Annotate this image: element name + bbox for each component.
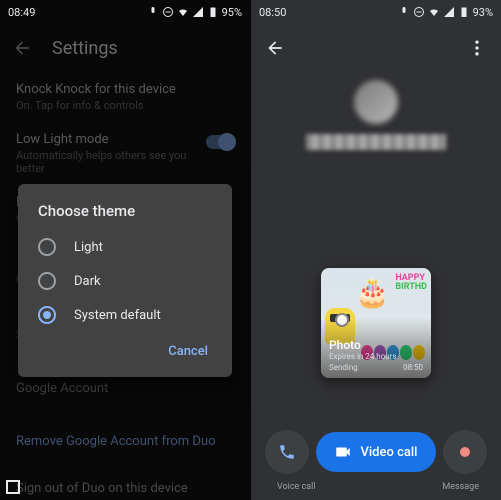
avatar bbox=[354, 80, 398, 124]
voice-call-label: Voice call bbox=[277, 482, 316, 492]
radio-icon bbox=[38, 272, 56, 290]
theme-dialog: Choose theme Light Dark System default C… bbox=[18, 184, 232, 377]
card-subtitle: Expires in 24 hours bbox=[329, 352, 423, 361]
status-icons: 93% bbox=[398, 6, 493, 19]
video-icon bbox=[334, 443, 352, 461]
status-battery: 95% bbox=[222, 6, 242, 19]
contact-avatar-area bbox=[251, 80, 501, 150]
radio-icon bbox=[38, 238, 56, 256]
theme-option-system[interactable]: System default bbox=[18, 298, 232, 332]
status-time: 08:50 bbox=[259, 6, 286, 19]
status-bar: 08:50 93% bbox=[251, 0, 501, 24]
dnd-icon bbox=[413, 6, 425, 18]
battery-icon bbox=[207, 6, 219, 18]
more-vert-icon[interactable] bbox=[467, 38, 487, 58]
status-time: 08:49 bbox=[8, 6, 35, 19]
radio-icon bbox=[38, 306, 56, 324]
cancel-button[interactable]: Cancel bbox=[160, 338, 216, 365]
contact-name bbox=[306, 134, 446, 150]
phone-icon bbox=[278, 443, 296, 461]
dnd-icon bbox=[162, 6, 174, 18]
mic-off-icon bbox=[398, 6, 410, 18]
contact-screen: 08:50 93% 🎂 HAPPY BIRTHD Photo Expires i… bbox=[251, 0, 501, 500]
signal-icon bbox=[443, 6, 455, 18]
mic-off-icon bbox=[147, 6, 159, 18]
back-arrow-icon[interactable] bbox=[265, 38, 285, 58]
wifi-icon bbox=[177, 6, 189, 18]
contact-header bbox=[251, 24, 501, 72]
radio-label: Dark bbox=[74, 274, 101, 289]
voice-call-button[interactable] bbox=[265, 430, 309, 474]
radio-label: Light bbox=[74, 240, 103, 255]
video-call-label: Video call bbox=[360, 445, 417, 460]
signal-icon bbox=[192, 6, 204, 18]
message-label: Message bbox=[442, 482, 479, 492]
dialog-title: Choose theme bbox=[18, 202, 232, 230]
theme-option-dark[interactable]: Dark bbox=[18, 264, 232, 298]
video-call-button[interactable]: Video call bbox=[316, 432, 436, 472]
card-status: Sending bbox=[329, 363, 358, 372]
settings-screen: 08:49 95% Settings Knock Knock for this … bbox=[0, 0, 250, 500]
wifi-icon bbox=[428, 6, 440, 18]
record-icon bbox=[460, 447, 470, 457]
status-bar: 08:49 95% bbox=[0, 0, 250, 24]
status-icons: 95% bbox=[147, 6, 242, 19]
battery-icon bbox=[458, 6, 470, 18]
call-actions: Video call bbox=[251, 430, 501, 474]
radio-label: System default bbox=[74, 308, 161, 323]
nav-recent-icon[interactable] bbox=[6, 480, 20, 494]
photo-card[interactable]: 🎂 HAPPY BIRTHD Photo Expires in 24 hours… bbox=[321, 268, 431, 378]
card-time: 08:50 bbox=[403, 363, 423, 372]
card-title: Photo bbox=[329, 338, 423, 352]
theme-option-light[interactable]: Light bbox=[18, 230, 232, 264]
message-button[interactable] bbox=[443, 430, 487, 474]
status-battery: 93% bbox=[473, 6, 493, 19]
card-overlay: Photo Expires in 24 hours Sending 08:50 bbox=[321, 268, 431, 378]
